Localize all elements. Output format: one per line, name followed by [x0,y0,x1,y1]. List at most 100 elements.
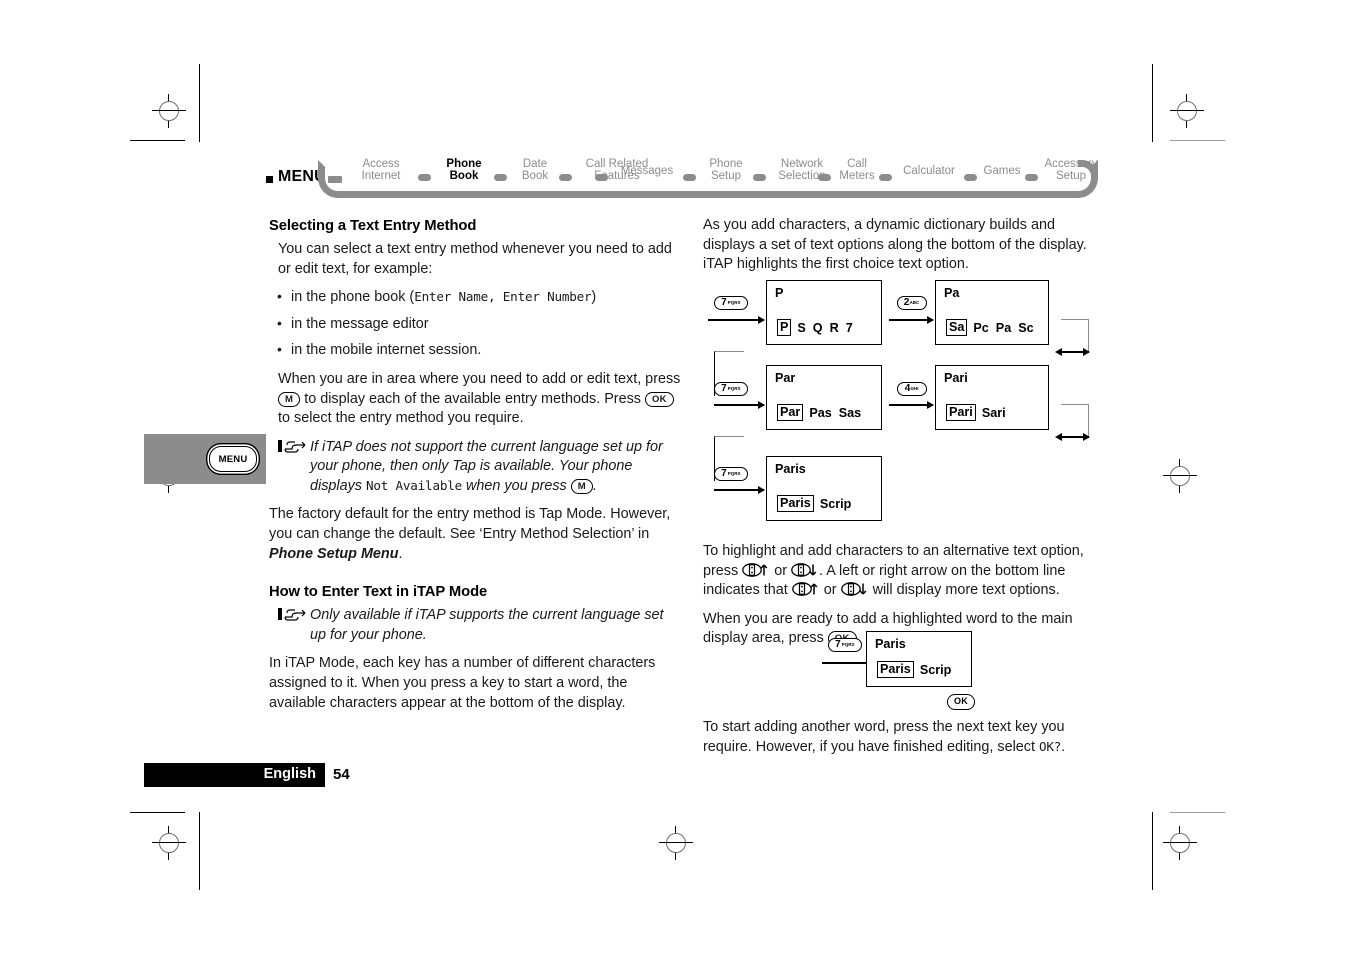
registration-circle [1170,466,1190,486]
footer-language-bar: English [144,763,325,787]
left-text-column: Selecting a Text Entry Method You can se… [269,216,681,722]
page-number: 54 [333,766,350,783]
arrow-step4 [889,401,934,408]
phone-display-step3: Par Par Pas Sas [766,365,882,430]
highlighted-option-step1: P [777,319,792,336]
nav-item-access-internet[interactable]: Access Internet [346,158,416,182]
other-options-step1: S Q R 7 [797,320,853,335]
nav-dot-1 [418,174,431,181]
phone-display-final: Paris Paris Scrip [866,631,972,687]
crop-mark-top-right [1170,140,1225,141]
phone-display-step5: Paris Paris Scrip [766,456,882,521]
registration-mark-bottom-left [152,826,186,860]
nav-item-games[interactable]: Games [976,165,1028,177]
trim-line-left-bottom [199,812,200,890]
display-text-step4: Pari [944,371,968,385]
other-options-step4: Sari [981,405,1006,420]
reference-phone-setup-menu: Phone Setup Menu [269,545,399,562]
registration-circle [666,833,686,853]
option-row-step5: Paris Scrip [777,495,855,512]
option-row-step1: P S Q R 7 [777,319,857,336]
key-7-pqrs-step5: 7 PQRS [714,467,748,481]
other-options-step5: Scrip [819,496,852,511]
display-text-step1: P [775,286,784,300]
nav-item-messages[interactable]: Messages [608,165,686,177]
right-text-column: As you add characters, a dynamic diction… [703,216,1109,284]
nav-item-calculator[interactable]: Calculator [892,165,966,177]
lcd-text-ok-question: OK? [1038,738,1062,754]
itap-sequence-diagram: 7 PQRS P P S Q R 7 2 ABC Pa Sa Pc Pa Sc 7 PQR… [703,276,1109,526]
option-row-step2: Sa Pc Pa Sc [946,319,1038,336]
nav-item-call-meters[interactable]: Call Meters [831,158,883,182]
display-text-final: Paris [875,637,906,651]
menu-side-tab: MENU [144,434,266,484]
nav-dot-4 [595,174,608,181]
right-text-column-3: To start adding another word, press the … [703,718,1109,766]
registration-circle [159,833,179,853]
crop-mark-top-left [130,140,185,141]
nav-item-date-book[interactable]: Date Book [509,158,561,182]
highlighted-option-step2: Sa [946,319,968,336]
note-itap-only-available: Only available if iTAP supports the curr… [278,606,681,645]
trim-line-right-top [1152,64,1153,142]
registration-mark-top-right [1170,94,1204,128]
ok-key-icon: OK [644,391,674,407]
display-text-step3: Par [775,371,796,385]
entry-context-list: in the phone book (Enter Name, Enter Num… [269,287,681,361]
registration-circle [1170,833,1190,853]
m-key-icon: M [278,391,301,407]
option-row-final: Paris Scrip [877,661,955,678]
nav-dot-2 [494,174,507,181]
wrap-line-row2 [1061,433,1090,440]
paragraph-press-m-ok: When you are in area where you need to a… [278,371,681,427]
key-4-ghi-step4: 4 GHI [897,382,927,396]
arrow-step5 [714,486,765,493]
nav-dot-5 [683,174,696,181]
arrow-step3 [714,401,765,408]
ok-key-icon-final: OK [947,694,976,710]
nav-item-phone-book[interactable]: Phone Book [433,158,495,182]
nav-key-down-icon [840,582,869,597]
arrow-step2 [889,316,934,323]
menu-breadcrumb-nav: MENU Access Internet Phone Book Date Boo… [266,152,1106,200]
other-options-final: Scrip [919,662,952,677]
registration-mark-bottom-center [659,826,693,860]
registration-mark-top-left [152,94,186,128]
lcd-text-not-available: Not Available [366,477,462,493]
registration-circle [1177,101,1197,121]
heading-selecting-text-entry: Selecting a Text Entry Method [269,218,477,234]
other-options-step2: Pc Pa Sc [973,320,1034,335]
phone-display-step4: Pari Pari Sari [935,365,1049,430]
paragraph-dynamic-dictionary: As you add characters, a dynamic diction… [703,217,1087,273]
menu-button[interactable]: MENU [209,446,257,472]
registration-circle [159,101,179,121]
registration-mark-right-mid [1163,459,1197,493]
phone-display-step2: Pa Sa Pc Pa Sc [935,280,1049,345]
footer-language-label: English [263,766,316,782]
lcd-text-enter-name-number: Enter Name, Enter Number [414,289,592,305]
heading-how-to-enter-itap: How to Enter Text in iTAP Mode [269,584,488,601]
paragraph-itap-mode-keys: In iTAP Mode, each key has a number of d… [269,655,656,711]
highlighted-option-step5: Paris [777,495,814,512]
registration-mark-bottom-right [1163,826,1197,860]
key-7-pqrs-step3: 7 PQRS [714,382,748,396]
wrap-line-row1 [1061,348,1090,355]
list-item-message-editor: in the message editor [269,314,681,335]
highlighted-option-step4: Pari [946,404,976,421]
note-itap-language-support: If iTAP does not support the current lan… [278,438,681,497]
trim-line-left-top [199,64,200,142]
nav-item-phone-setup[interactable]: Phone Setup [696,158,756,182]
key-2-abc-step2: 2 ABC [897,296,927,310]
display-text-step2: Pa [944,286,960,300]
key-7-pqrs-step1: 7 PQRS [714,296,748,310]
nav-key-down-icon [791,562,819,577]
pointing-hand-icon [278,439,308,454]
nav-dot-7 [818,174,831,181]
nav-item-accessory-setup[interactable]: Accessory Setup [1035,158,1107,182]
option-row-step3: Par Pas Sas [777,404,865,421]
paragraph-select-method: You can select a text entry method whene… [278,241,672,277]
pointing-hand-icon [278,607,308,622]
list-item-phone-book: in the phone book (Enter Name, Enter Num… [269,287,681,308]
trim-line-right-bottom [1152,812,1153,890]
highlighted-option-final: Paris [877,661,914,678]
